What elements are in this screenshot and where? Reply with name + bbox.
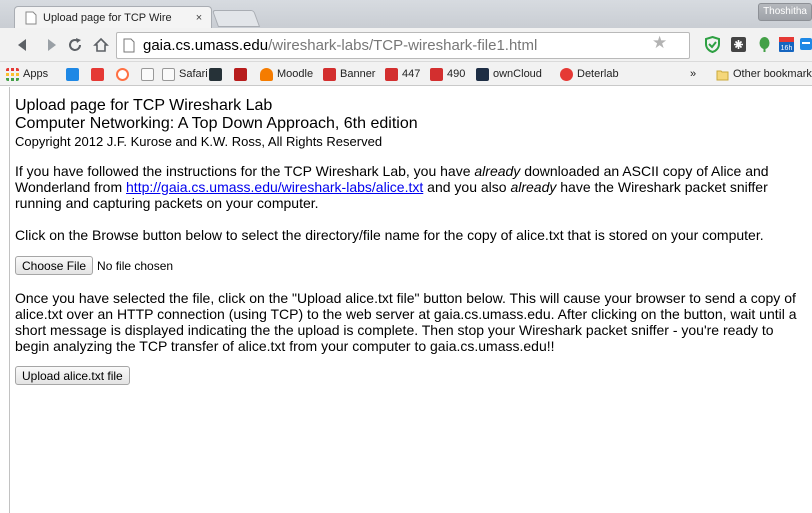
bookmark-generic-red[interactable] [91, 66, 108, 82]
bookmark-447[interactable]: 447 [385, 66, 420, 82]
other-bookmarks-label: Other bookmarks [733, 68, 812, 80]
generic-red-c-icon [116, 67, 129, 81]
red-c-icon [430, 67, 443, 81]
home-icon[interactable] [92, 36, 110, 54]
moodle-icon [260, 67, 273, 81]
new-tab-button[interactable] [211, 10, 261, 27]
calendar-extension-icon[interactable]: 16h [778, 36, 795, 53]
address-bar[interactable]: gaia.cs.umass.edu/wireshark-labs/TCP-wir… [116, 32, 690, 59]
browse-instruction: Click on the Browse button below to sele… [15, 227, 764, 243]
url-path: /wireshark-labs/TCP-wireshark-file1.html [268, 37, 538, 54]
bookmarks-overflow-button[interactable]: » [690, 66, 696, 82]
alice-txt-link[interactable]: http://gaia.cs.umass.edu/wireshark-labs/… [126, 179, 423, 195]
apps-grid-icon [6, 67, 19, 81]
back-arrow-icon[interactable] [14, 36, 32, 54]
page-favicon-icon [25, 11, 37, 25]
upload-instruction: Once you have selected the file, click o… [15, 290, 797, 354]
bookmark-apps[interactable]: Apps [6, 66, 48, 82]
bookmark-label: Banner [340, 68, 376, 80]
other-bookmarks-folder[interactable]: Other bookmarks [716, 66, 812, 82]
upload-row: Upload alice.txt file [15, 366, 812, 385]
browser-toolbar: gaia.cs.umass.edu/wireshark-labs/TCP-wir… [0, 28, 812, 62]
bookmark-red-square[interactable] [234, 66, 251, 82]
evernote-extension-icon[interactable] [756, 36, 773, 53]
generic-blue-icon [66, 67, 79, 81]
upload-alice-button[interactable]: Upload alice.txt file [15, 366, 130, 385]
bookmark-label: 447 [402, 68, 421, 80]
owncloud-icon [476, 67, 489, 81]
pocket-extension-icon[interactable] [800, 36, 812, 53]
bookmark-moodle[interactable]: Moodle [260, 66, 313, 82]
intro-text-1: If you have followed the instructions fo… [15, 163, 475, 179]
url-text: gaia.cs.umass.edu/wireshark-labs/TCP-wir… [143, 37, 537, 54]
banner-icon [323, 67, 336, 81]
bookmark-490[interactable]: 490 [430, 66, 465, 82]
bookmark-label: 490 [447, 68, 466, 80]
bookmark-label: ownCloud [493, 68, 542, 80]
bookmark-cs[interactable] [209, 66, 226, 82]
profile-button[interactable]: Thoshitha [758, 3, 812, 21]
bookmark-label: Deterlab [577, 68, 619, 80]
intro-emphasis-1: already [474, 163, 521, 179]
bookmark-label: Safari [179, 68, 208, 80]
window-left-border [9, 87, 10, 513]
generic-red-icon [91, 67, 104, 81]
svg-text:16h: 16h [781, 45, 793, 52]
shield-extension-icon[interactable] [704, 36, 721, 53]
bookmarks-bar: Apps Safari Moodle Banner 447 490 ownClo… [0, 62, 812, 86]
bookmark-banner[interactable]: Banner [323, 66, 375, 82]
no-file-chosen-text: No file chosen [97, 258, 174, 273]
bookmark-label: Moodle [277, 68, 314, 80]
tab-strip: Upload page for TCP Wire × Thoshitha [0, 0, 812, 29]
bookmark-label: Apps [23, 68, 49, 80]
red-c-icon [385, 67, 398, 81]
bookmark-generic-red-c[interactable] [116, 66, 133, 82]
blank-page-icon [141, 67, 154, 81]
file-input[interactable]: Choose File No file chosen [15, 256, 812, 275]
page-title: Upload page for TCP Wireshark Lab [15, 97, 273, 114]
tab-close-icon[interactable]: × [193, 12, 205, 24]
page-info-icon[interactable] [123, 38, 135, 53]
red-square-icon [234, 67, 247, 81]
choose-file-button[interactable]: Choose File [15, 256, 94, 275]
page-content: Upload page for TCP Wireshark Lab Comput… [15, 97, 812, 385]
deterlab-icon [560, 67, 573, 81]
forward-arrow-icon[interactable] [42, 36, 60, 54]
bookmark-owncloud[interactable]: ownCloud [476, 66, 542, 82]
bookmark-safari[interactable]: Safari [162, 66, 208, 82]
folder-icon [716, 70, 729, 80]
reload-icon[interactable] [66, 36, 84, 54]
page-icon [162, 67, 175, 81]
intro-emphasis-2: already [510, 179, 557, 195]
browser-tab[interactable]: Upload page for TCP Wire × [14, 6, 212, 29]
bookmark-star-icon[interactable]: ★ [652, 33, 667, 53]
bookmark-blank-page[interactable] [141, 66, 158, 82]
url-host: gaia.cs.umass.edu [143, 37, 269, 54]
bookmark-deterlab[interactable]: Deterlab [560, 66, 619, 82]
puzzle-extension-icon[interactable] [730, 36, 747, 53]
intro-paragraph: If you have followed the instructions fo… [15, 163, 812, 211]
cs-icon [209, 67, 222, 81]
page-subtitle: Computer Networking: A Top Down Approach… [15, 115, 418, 132]
copyright-notice: Copyright 2012 J.F. Kurose and K.W. Ross… [15, 134, 383, 149]
intro-text-3: and you also [423, 179, 511, 195]
tab-title: Upload page for TCP Wire [43, 12, 172, 24]
bookmark-generic-blue[interactable] [66, 66, 83, 82]
